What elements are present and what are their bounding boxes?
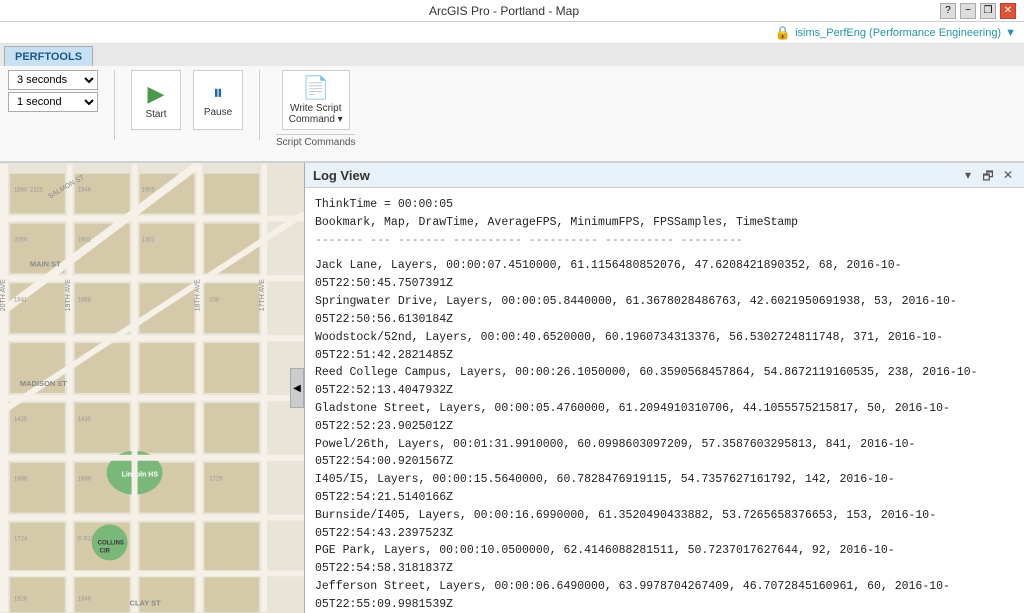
start-icon: ▶ [148,81,165,107]
map-svg: Lincoln HS COLLINS CIR SA [0,163,304,613]
log-line: Bookmark, Map, DrawTime, AverageFPS, Min… [315,214,1014,232]
svg-text:1901: 1901 [78,237,92,243]
svg-text:S R10: S R10 [78,536,95,542]
log-dropdown-btn[interactable]: ▾ [960,167,976,183]
log-line: PGE Park, Layers, 00:00:10.0500000, 62.4… [315,542,1014,578]
svg-text:1926: 1926 [14,596,28,602]
map-collapse-button[interactable]: ◀ [290,368,304,408]
user-bar: 🔒 isims_PerfEng (Performance Engineering… [0,22,1024,44]
pause-button[interactable]: ⏸ Pause [193,70,243,130]
title-bar: ArcGIS Pro - Portland - Map ? − ❐ ✕ [0,0,1024,22]
script-icon: 📄 [302,75,329,101]
svg-text:1905: 1905 [142,188,156,194]
ribbon-content: 3 seconds 1 second 5 seconds 1 second 3 … [0,66,1024,161]
svg-text:1946: 1946 [78,596,92,602]
log-line: Powel/26th, Layers, 00:01:31.9910000, 60… [315,436,1014,472]
svg-text:1899: 1899 [78,477,92,483]
log-body[interactable]: ThinkTime = 00:00:05Bookmark, Map, DrawT… [305,188,1024,613]
svg-text:2115: 2115 [30,188,44,194]
svg-text:MAIN ST: MAIN ST [30,259,61,268]
main-content: Lincoln HS COLLINS CIR SA [0,163,1024,613]
log-line: Reed College Campus, Layers, 00:00:26.10… [315,364,1014,400]
seconds-dropdown-1[interactable]: 3 seconds 1 second 5 seconds [8,70,98,90]
svg-text:CLAY ST: CLAY ST [130,598,162,607]
write-script-button[interactable]: 📄 Write ScriptCommand ▾ [282,70,350,130]
script-group: 📄 Write ScriptCommand ▾ Script Commands [276,70,355,148]
script-group-label: Script Commands [276,134,355,148]
log-view: Log View ▾ 🗗 ✕ ThinkTime = 00:00:05Bookm… [305,163,1024,613]
svg-text:1888: 1888 [78,297,92,303]
svg-text:1425: 1425 [14,417,28,423]
log-line: Springwater Drive, Layers, 00:00:05.8440… [315,293,1014,329]
minimize-button[interactable]: − [960,3,976,19]
script-label: Write ScriptCommand ▾ [289,103,343,125]
svg-text:2050: 2050 [14,237,28,243]
map-area[interactable]: Lincoln HS COLLINS CIR SA [0,163,305,613]
svg-text:CIR: CIR [100,548,111,554]
restore-button[interactable]: ❐ [980,3,996,19]
svg-text:1860: 1860 [14,188,28,194]
log-line: Jack Lane, Layers, 00:00:07.4510000, 61.… [315,257,1014,293]
log-line: ThinkTime = 00:00:05 [315,196,1014,214]
svg-text:1726: 1726 [209,477,223,483]
svg-text:19TH AVE: 19TH AVE [65,279,72,311]
pause-icon: ⏸ [213,82,223,105]
svg-text:1430: 1430 [78,417,92,423]
log-controls: ▾ 🗗 ✕ [960,167,1016,183]
dropdown-row: 3 seconds 1 second 5 seconds 1 second 3 … [8,70,98,112]
window-controls: ? − ❐ ✕ [940,3,1016,19]
svg-text:1724: 1724 [14,536,28,542]
ribbon: PERFTOOLS 3 seconds 1 second 5 seconds 1… [0,44,1024,163]
svg-text:COLLINS: COLLINS [98,540,124,546]
user-name: isims_PerfEng (Performance Engineering) [795,27,1001,39]
lock-icon: 🔒 [775,25,791,41]
start-label: Start [145,109,166,120]
user-info[interactable]: 🔒 isims_PerfEng (Performance Engineering… [775,25,1016,41]
ribbon-separator-2 [259,70,260,140]
user-dropdown-arrow[interactable]: ▼ [1005,27,1016,39]
svg-text:Lincoln HS: Lincoln HS [122,472,159,479]
log-line: I405/I5, Layers, 00:00:15.5640000, 60.78… [315,471,1014,507]
svg-text:20TH AVE: 20TH AVE [0,279,7,311]
log-empty-line [315,249,1014,257]
svg-text:17TH AVE: 17TH AVE [259,279,266,311]
svg-text:18TH AVE: 18TH AVE [194,279,201,311]
window-title: ArcGIS Pro - Portland - Map [68,4,940,18]
svg-text:1898: 1898 [14,477,28,483]
svg-text:1941: 1941 [14,297,28,303]
start-group: ▶ Start [131,70,181,130]
ribbon-separator-1 [114,70,115,140]
log-line: ------- --- ------- ---------- ---------… [315,232,1014,250]
log-line: Gladstone Street, Layers, 00:00:05.47600… [315,400,1014,436]
log-line: Burnside/I405, Layers, 00:00:16.6990000,… [315,507,1014,543]
help-button[interactable]: ? [940,3,956,19]
timing-group: 3 seconds 1 second 5 seconds 1 second 3 … [8,70,98,112]
seconds-dropdown-2[interactable]: 1 second 3 seconds 5 seconds [8,92,98,112]
log-float-btn[interactable]: 🗗 [980,167,996,183]
log-line: Woodstock/52nd, Layers, 00:00:40.6520000… [315,329,1014,365]
pause-group: ⏸ Pause [193,70,243,130]
svg-text:238: 238 [209,297,220,303]
log-title: Log View [313,168,370,183]
perftools-tab[interactable]: PERFTOOLS [4,46,93,66]
log-line: Jefferson Street, Layers, 00:00:06.64900… [315,578,1014,613]
close-button[interactable]: ✕ [1000,3,1016,19]
svg-text:1949: 1949 [78,188,92,194]
svg-text:1301: 1301 [142,237,156,243]
pause-label: Pause [204,107,232,118]
svg-text:MADISON ST: MADISON ST [20,379,67,388]
log-close-btn[interactable]: ✕ [1000,167,1016,183]
ribbon-tab-bar: PERFTOOLS [0,44,1024,66]
start-button[interactable]: ▶ Start [131,70,181,130]
log-header: Log View ▾ 🗗 ✕ [305,163,1024,188]
